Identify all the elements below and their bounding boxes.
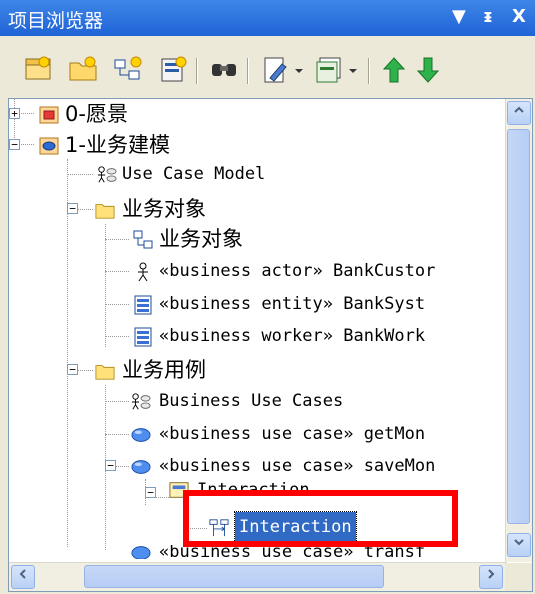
tree-item-label: 业务用例 [122, 358, 206, 382]
entity-icon [134, 327, 152, 347]
move-up-icon [382, 57, 406, 83]
new-element-icon [161, 56, 187, 82]
tree-item[interactable]: 业务对象 [9, 194, 505, 224]
vertical-scroll-thumb[interactable] [507, 129, 530, 524]
window-title: 项目浏览器 [8, 10, 104, 32]
scroll-right-button[interactable] [479, 565, 503, 589]
tree-item-label: «business entity» BankSyst [159, 294, 426, 314]
view-icon [316, 57, 341, 83]
use-case-diagram-icon [131, 393, 151, 410]
new-folder-icon [69, 56, 97, 81]
new-folder-button[interactable] [67, 54, 99, 86]
use-case-icon [131, 546, 151, 559]
vertical-scrollbar[interactable] [505, 99, 532, 562]
pin-button[interactable]: ᵻ [483, 6, 493, 27]
tree-item[interactable]: «business use case» transf [9, 545, 505, 559]
business-model-package-icon [39, 137, 59, 155]
close-button[interactable]: X [512, 6, 526, 27]
tree-item[interactable]: 1-业务建模 [9, 130, 505, 160]
tree-item-label: 业务对象 [122, 197, 206, 221]
edit-dropdown[interactable] [292, 54, 306, 86]
view-button[interactable] [314, 54, 346, 86]
chevron-up-icon [514, 106, 524, 113]
title-bar: 项目浏览器 ▼ ᵻ X [0, 0, 535, 36]
new-package-button[interactable] [22, 54, 54, 86]
folder-icon [95, 365, 115, 380]
scroll-down-button[interactable] [507, 533, 531, 557]
class-diagram-icon [133, 230, 153, 249]
horizontal-scrollbar[interactable] [9, 562, 507, 591]
new-element-button[interactable] [157, 54, 189, 86]
tree-item-label: 业务对象 [159, 227, 243, 251]
folder-icon [95, 204, 115, 219]
tree-item-label: «business use case» getMon [159, 424, 426, 444]
view-dropdown[interactable] [346, 54, 360, 86]
tree-item[interactable]: 业务对象 [9, 224, 505, 254]
chevron-left-icon [19, 569, 26, 579]
edit-button[interactable] [260, 54, 292, 86]
tree-item[interactable]: «business entity» BankSyst [9, 289, 505, 319]
horizontal-scroll-thumb[interactable] [84, 565, 384, 588]
tree-item-label: «business use case» transf [159, 545, 426, 559]
tree-item[interactable]: «business actor» BankCustor [9, 256, 505, 286]
tree-item-label: «business actor» BankCustor [159, 261, 436, 281]
tree-item[interactable]: Use Case Model [9, 159, 505, 189]
tree-item-label: «business use case» saveMon [159, 456, 436, 476]
move-down-button[interactable] [412, 54, 444, 86]
use-case-icon [131, 428, 151, 442]
highlight-box [183, 490, 458, 547]
find-icon [212, 64, 236, 76]
tree-item[interactable]: 业务用例 [9, 355, 505, 385]
chevron-down-icon [295, 69, 303, 73]
edit-icon [264, 57, 287, 83]
use-case-icon [131, 460, 151, 474]
tree-item-label: 1-业务建模 [65, 133, 170, 157]
scroll-left-button[interactable] [11, 565, 35, 589]
scrollbar-corner [505, 563, 532, 591]
tree-item-label: Business Use Cases [159, 391, 344, 411]
tree-item[interactable]: «business worker» BankWork [9, 321, 505, 351]
tree-item[interactable]: «business use case» saveMon [9, 451, 505, 481]
chevron-right-icon [488, 569, 495, 579]
use-case-diagram-icon [97, 166, 117, 183]
chevron-down-icon [514, 539, 524, 546]
find-button[interactable] [208, 54, 240, 86]
tree-item[interactable]: 0-愿景 [9, 99, 505, 129]
chevron-down-icon [349, 69, 357, 73]
dropdown-button[interactable]: ▼ [452, 6, 466, 27]
toolbar-separator [368, 58, 370, 84]
vision-package-icon [39, 106, 59, 124]
tree-item[interactable]: Business Use Cases [9, 386, 505, 416]
toolbar-separator [247, 58, 249, 84]
scroll-up-button[interactable] [507, 101, 531, 125]
move-up-button[interactable] [378, 54, 410, 86]
new-diagram-button[interactable] [112, 54, 144, 86]
tree-item-label: «business worker» BankWork [159, 326, 426, 346]
toolbar-separator [196, 58, 198, 84]
tree-item-label: 0-愿景 [65, 102, 128, 126]
new-diagram-icon [114, 56, 142, 80]
tree-item-label: Use Case Model [122, 164, 266, 184]
new-package-icon [25, 56, 51, 80]
entity-icon [134, 295, 152, 315]
tree-item[interactable]: «business use case» getMon [9, 419, 505, 449]
move-down-icon [416, 57, 440, 83]
toolbar [12, 50, 527, 95]
actor-icon [138, 262, 148, 282]
